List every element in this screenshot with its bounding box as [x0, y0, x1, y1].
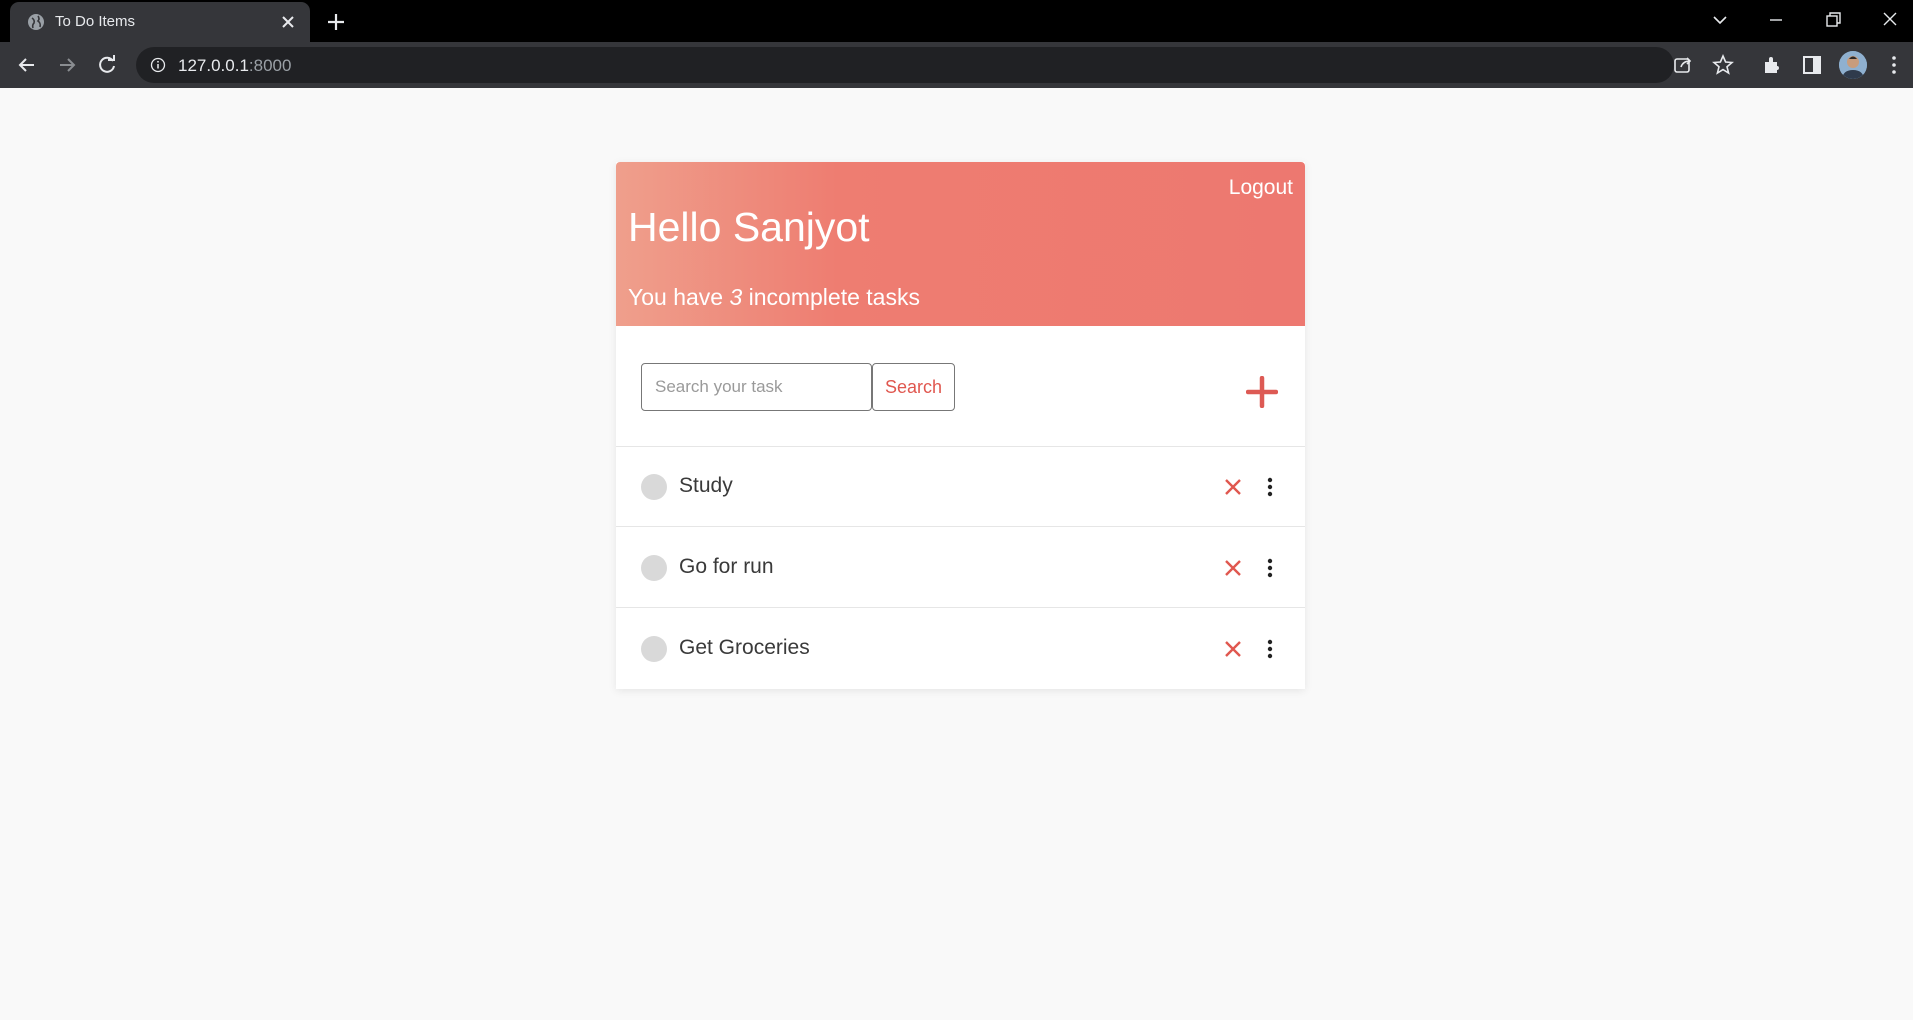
search-input[interactable]	[641, 363, 872, 411]
globe-icon	[28, 14, 44, 30]
todo-header: Logout Hello Sanjyot You have 3 incomple…	[616, 162, 1305, 326]
browser-menu-icon[interactable]	[1882, 53, 1906, 77]
task-item: Study	[616, 447, 1305, 527]
incomplete-suffix: incomplete tasks	[742, 284, 920, 310]
task-item: Go for run	[616, 528, 1305, 608]
tab-close-icon[interactable]	[278, 12, 298, 32]
task-label: Study	[679, 474, 733, 497]
task-item: Get Groceries	[616, 609, 1305, 689]
profile-avatar[interactable]	[1839, 51, 1867, 79]
close-icon[interactable]	[1223, 477, 1243, 497]
extensions-icon[interactable]	[1760, 53, 1784, 77]
browser-tab[interactable]: To Do Items	[10, 2, 310, 42]
back-icon[interactable]	[14, 52, 40, 78]
restore-icon[interactable]	[1819, 8, 1847, 32]
more-vertical-icon[interactable]	[1266, 638, 1274, 660]
browser-tabstrip: To Do Items	[0, 0, 1913, 42]
task-complete-checkbox[interactable]	[641, 636, 667, 662]
share-icon[interactable]	[1671, 53, 1695, 77]
tab-title: To Do Items	[55, 13, 136, 30]
minimize-icon[interactable]	[1762, 8, 1790, 32]
profile-avatar-icon	[1839, 51, 1867, 79]
url-host: 127.0.0.1	[178, 56, 249, 75]
url-text: 127.0.0.1:8000	[178, 56, 291, 76]
bookmark-star-icon[interactable]	[1711, 53, 1735, 77]
window-close-icon[interactable]	[1876, 8, 1904, 32]
address-bar[interactable]: 127.0.0.1:8000	[136, 47, 1674, 83]
plus-icon[interactable]	[1246, 376, 1278, 408]
more-vertical-icon[interactable]	[1266, 476, 1274, 498]
browser-toolbar: 127.0.0.1:8000	[0, 42, 1913, 88]
greeting-heading: Hello Sanjyot	[628, 204, 870, 250]
search-button[interactable]: Search	[872, 363, 955, 411]
url-port: :8000	[248, 56, 292, 75]
todo-card: Logout Hello Sanjyot You have 3 incomple…	[616, 162, 1305, 689]
close-icon[interactable]	[1223, 558, 1243, 578]
forward-icon[interactable]	[54, 52, 80, 78]
close-icon[interactable]	[1223, 639, 1243, 659]
more-vertical-icon[interactable]	[1266, 557, 1274, 579]
task-label: Go for run	[679, 555, 774, 578]
new-tab-icon[interactable]	[324, 10, 348, 34]
tab-search-chevron-icon[interactable]	[1706, 8, 1734, 32]
site-info-icon[interactable]	[150, 57, 166, 73]
side-panel-icon[interactable]	[1800, 53, 1824, 77]
task-complete-checkbox[interactable]	[641, 474, 667, 500]
reload-icon[interactable]	[94, 52, 120, 78]
search-row: Search	[616, 326, 1305, 447]
incomplete-count: 3	[729, 284, 743, 310]
task-complete-checkbox[interactable]	[641, 555, 667, 581]
task-label: Get Groceries	[679, 636, 810, 659]
incomplete-prefix: You have	[628, 284, 730, 310]
logout-link[interactable]: Logout	[1229, 176, 1293, 200]
incomplete-summary: You have 3 incomplete tasks	[628, 284, 920, 311]
